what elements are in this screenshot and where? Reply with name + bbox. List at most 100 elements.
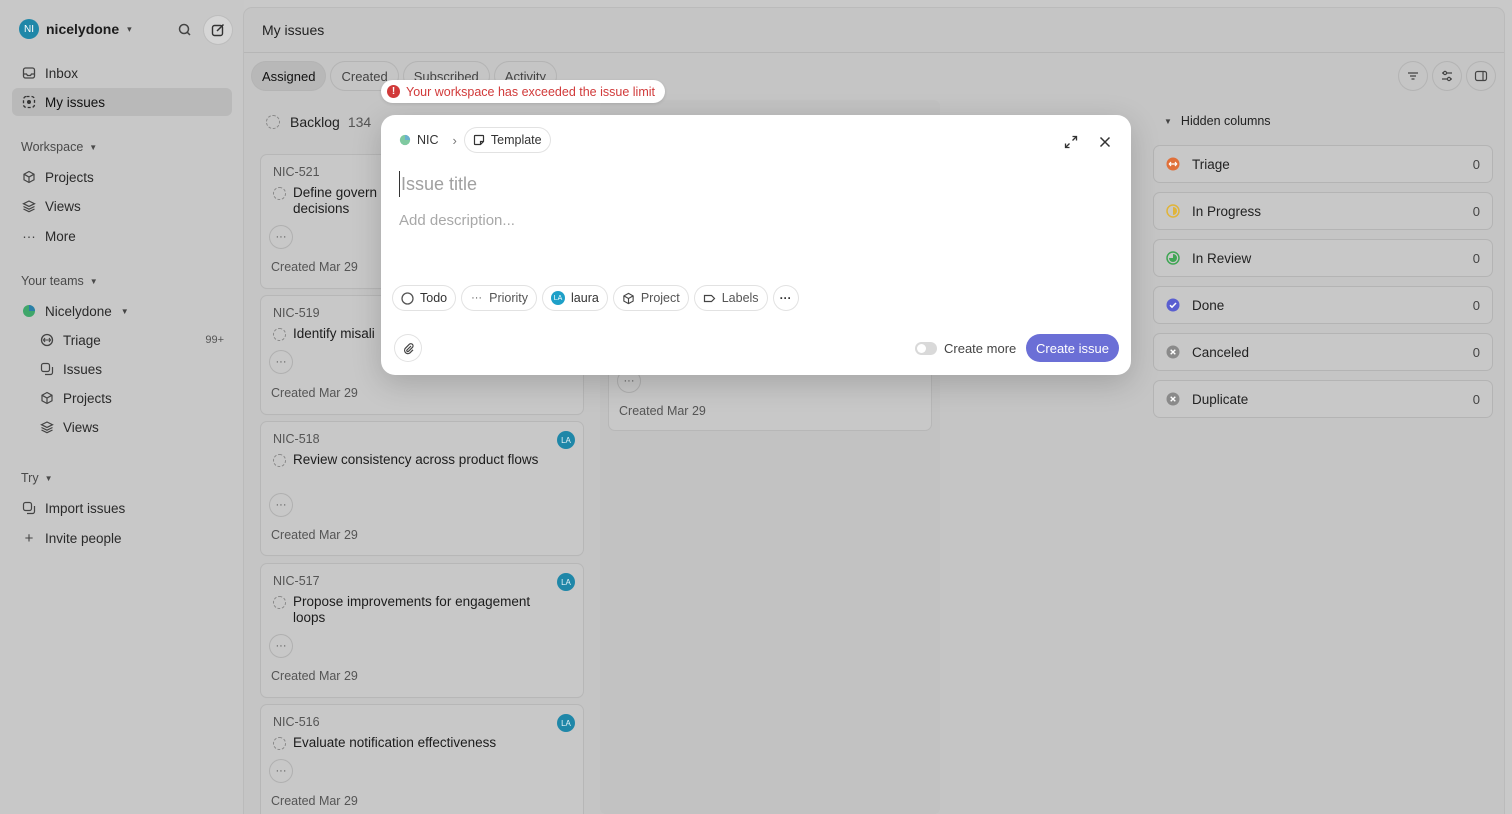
done-status-icon [1166, 298, 1180, 312]
issue-priority-icon[interactable]: ··· [270, 351, 292, 373]
issue-card[interactable]: NIC-517 LA Propose improvements for enga… [261, 564, 583, 697]
teams-section-header[interactable]: Your teams ▼ [21, 274, 98, 288]
alert-text: Your workspace has exceeded the issue li… [406, 84, 655, 99]
chevron-down-icon: ▾ [127, 23, 132, 34]
assignee-avatar: LA [551, 291, 566, 305]
column-count: 134 [347, 114, 372, 130]
display-options-button[interactable] [1433, 62, 1461, 90]
issue-properties: Todo ··· Priority LA laura Project Label… [393, 286, 798, 310]
issue-id: NIC-517 [273, 574, 320, 588]
team-selector[interactable]: NIC [393, 128, 445, 152]
assignee-avatar[interactable]: LA [557, 431, 575, 449]
toggle-switch[interactable] [915, 342, 937, 355]
triage-count-badge: 99+ [205, 334, 224, 346]
new-issue-modal: NIC › Template Todo ··· Priority LA laur… [381, 115, 1131, 375]
issue-priority-icon[interactable]: ··· [270, 760, 292, 782]
backlog-status-icon [273, 328, 286, 341]
issue-priority-icon[interactable]: ··· [270, 226, 292, 248]
assignee-avatar[interactable]: LA [557, 573, 575, 591]
caret-down-icon: ▼ [89, 276, 98, 286]
sidebar-item-invite-people[interactable]: + Invite people [12, 524, 232, 552]
labels-label: Labels [721, 291, 759, 305]
layers-icon [40, 420, 54, 434]
issue-priority-icon[interactable]: ··· [270, 635, 292, 657]
sidebar-item-import-issues[interactable]: Import issues [12, 494, 232, 522]
target-icon [22, 95, 36, 109]
more-options-button[interactable]: ··· [773, 286, 798, 310]
hidden-column-count: 0 [1472, 344, 1480, 360]
cube-icon [622, 292, 635, 305]
attach-button[interactable] [395, 335, 421, 361]
issue-priority-icon[interactable]: ··· [270, 494, 292, 516]
toggle-sidebar-button[interactable] [1467, 62, 1495, 90]
sidebar-item-inbox[interactable]: Inbox [12, 59, 232, 87]
sidebar-item-team-views[interactable]: Views [30, 413, 232, 441]
project-label: Project [640, 291, 680, 305]
hidden-column-done[interactable]: Done 0 [1154, 287, 1492, 323]
caret-down-icon: ▼ [120, 306, 129, 316]
issue-card[interactable]: NIC-518 LA Review consistency across pro… [261, 422, 583, 555]
inbox-icon [22, 66, 36, 80]
hidden-columns-header[interactable]: ▼ Hidden columns [1164, 114, 1271, 128]
issues-icon [40, 362, 54, 376]
assignee-avatar[interactable]: LA [557, 714, 575, 732]
priority-selector[interactable]: ··· Priority [462, 286, 537, 310]
hidden-column-in-review[interactable]: In Review 0 [1154, 240, 1492, 276]
sidebar-item-more[interactable]: ··· More [12, 222, 232, 250]
sidebar-item-projects[interactable]: Projects [12, 163, 232, 191]
sidebar-item-label: Views [45, 198, 81, 214]
sidebar-item-team-projects[interactable]: Projects [30, 384, 232, 412]
workspace-section-header[interactable]: Workspace ▼ [21, 140, 97, 154]
project-selector[interactable]: Project [613, 286, 688, 310]
hidden-column-label: In Progress [1192, 203, 1262, 219]
expand-icon[interactable] [1063, 134, 1079, 150]
create-more-toggle[interactable]: Create more [915, 341, 1016, 356]
sidebar-item-views[interactable]: Views [12, 192, 232, 220]
sidebar-item-issues[interactable]: Issues [30, 355, 232, 383]
try-section-header[interactable]: Try ▼ [21, 471, 53, 485]
filter-button[interactable] [1399, 62, 1427, 90]
sidebar-item-triage[interactable]: Triage 99+ [30, 326, 232, 354]
assignee-label: laura [571, 291, 599, 305]
sidebar-item-my-issues[interactable]: My issues [12, 88, 232, 116]
sidebar-item-label: My issues [45, 94, 106, 110]
issue-id: NIC-518 [273, 432, 320, 446]
sidebar-item-label: Nicelydone [45, 303, 112, 319]
close-icon[interactable] [1097, 134, 1113, 150]
team-logo-icon [399, 134, 411, 146]
create-more-label: Create more [944, 341, 1017, 356]
team-logo-icon [22, 304, 36, 318]
issue-title-input[interactable] [399, 171, 1099, 197]
issue-created-date: Created Mar 29 [271, 386, 358, 400]
template-selector[interactable]: Template [464, 128, 550, 152]
sidebar-item-label: Import issues [45, 500, 126, 516]
plus-icon: + [24, 529, 34, 547]
backlog-status-icon [273, 454, 286, 467]
assignee-selector[interactable]: LA laura [543, 286, 607, 310]
create-issue-button[interactable]: Create issue [1026, 334, 1119, 362]
hidden-column-canceled[interactable]: Canceled 0 [1154, 334, 1492, 370]
search-icon[interactable] [176, 21, 194, 39]
hidden-column-count: 0 [1472, 297, 1480, 313]
page-title: My issues [262, 22, 325, 38]
backlog-column-header[interactable]: Backlog 134 [266, 114, 371, 130]
new-issue-button[interactable] [204, 16, 232, 44]
workspace-switcher[interactable]: NI nicelydone ▾ [19, 19, 132, 39]
issue-id: NIC-516 [273, 715, 320, 729]
chevron-right-icon: › [452, 132, 457, 148]
triage-status-icon [1166, 157, 1180, 171]
issue-description-input[interactable] [399, 209, 1099, 231]
sidebar-item-team-nicelydone[interactable]: Nicelydone ▼ [12, 297, 232, 325]
tab-assigned[interactable]: Assigned [252, 62, 326, 90]
backlog-status-icon [266, 115, 280, 129]
hidden-column-triage[interactable]: Triage 0 [1154, 146, 1492, 182]
hidden-column-in-progress[interactable]: In Progress 0 [1154, 193, 1492, 229]
status-selector[interactable]: Todo [393, 286, 456, 310]
section-label: Workspace [21, 140, 84, 154]
hidden-column-duplicate[interactable]: Duplicate 0 [1154, 381, 1492, 417]
no-priority-icon: ··· [471, 292, 483, 304]
issue-card[interactable]: NIC-516 LA Evaluate notification effecti… [261, 705, 583, 814]
hidden-column-label: Canceled [1192, 344, 1250, 360]
labels-selector[interactable]: Labels [694, 286, 767, 310]
issue-limit-alert[interactable]: ! Your workspace has exceeded the issue … [381, 80, 665, 103]
